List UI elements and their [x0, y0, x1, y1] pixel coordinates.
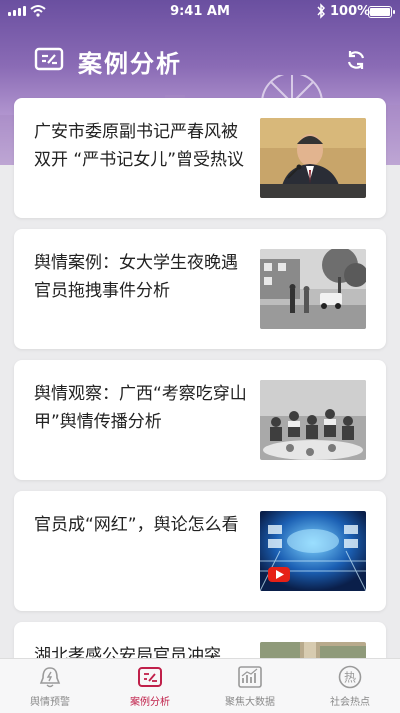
tab-label: 聚焦大数据 — [225, 697, 275, 708]
bottom-tab-bar: 舆情预警 案例分析 聚焦大数据 热 社会热点 — [0, 658, 400, 713]
case-card[interactable]: 舆情案例：女大学生夜晚遇官员拖拽事件分析 — [14, 229, 386, 349]
bell-alert-icon — [39, 667, 61, 688]
hot-topic-icon: 热 — [338, 665, 362, 689]
refresh-icon[interactable] — [344, 48, 368, 72]
tab-label: 社会热点 — [330, 697, 370, 708]
case-headline: 广安市委原副书记严春风被双开 “严书记女儿”曾受热议 — [34, 122, 245, 170]
case-card[interactable]: 舆情观察：广西“考察吃穿山甲”舆情传播分析 — [14, 360, 386, 480]
svg-text:热: 热 — [344, 671, 356, 685]
battery-icon — [368, 6, 395, 18]
official-speaking-photo — [260, 118, 366, 198]
tab-label: 案例分析 — [130, 697, 170, 708]
battery-percent: 100% — [330, 4, 371, 19]
tab-big-data[interactable]: 聚焦大数据 — [200, 659, 300, 713]
case-analysis-icon — [34, 47, 64, 71]
page-title: 案例分析 — [78, 50, 182, 78]
case-analysis-icon — [138, 667, 162, 687]
tab-label: 舆情预警 — [30, 697, 70, 708]
tab-case-analysis[interactable]: 案例分析 — [100, 659, 200, 713]
tech-video-photo — [260, 511, 366, 591]
chart-icon — [238, 666, 262, 688]
street-scene-photo — [260, 249, 366, 329]
tab-social-hotspot[interactable]: 热 社会热点 — [300, 659, 400, 713]
tab-opinion-warning[interactable]: 舆情预警 — [0, 659, 100, 713]
case-headline: 舆情案例：女大学生夜晚遇官员拖拽事件分析 — [34, 253, 238, 301]
case-card[interactable]: 官员成“网红”，舆论怎么看 — [14, 491, 386, 611]
group-dinner-photo — [260, 380, 366, 460]
bluetooth-icon — [317, 3, 326, 19]
case-card[interactable]: 广安市委原副书记严春风被双开 “严书记女儿”曾受热议 — [14, 98, 386, 218]
case-headline: 官员成“网红”，舆论怎么看 — [34, 515, 239, 535]
case-headline: 舆情观察：广西“考察吃穿山甲”舆情传播分析 — [34, 384, 247, 432]
status-bar: 9:41 AM 100% — [0, 0, 400, 24]
page-header: 案例分析 — [0, 38, 400, 82]
